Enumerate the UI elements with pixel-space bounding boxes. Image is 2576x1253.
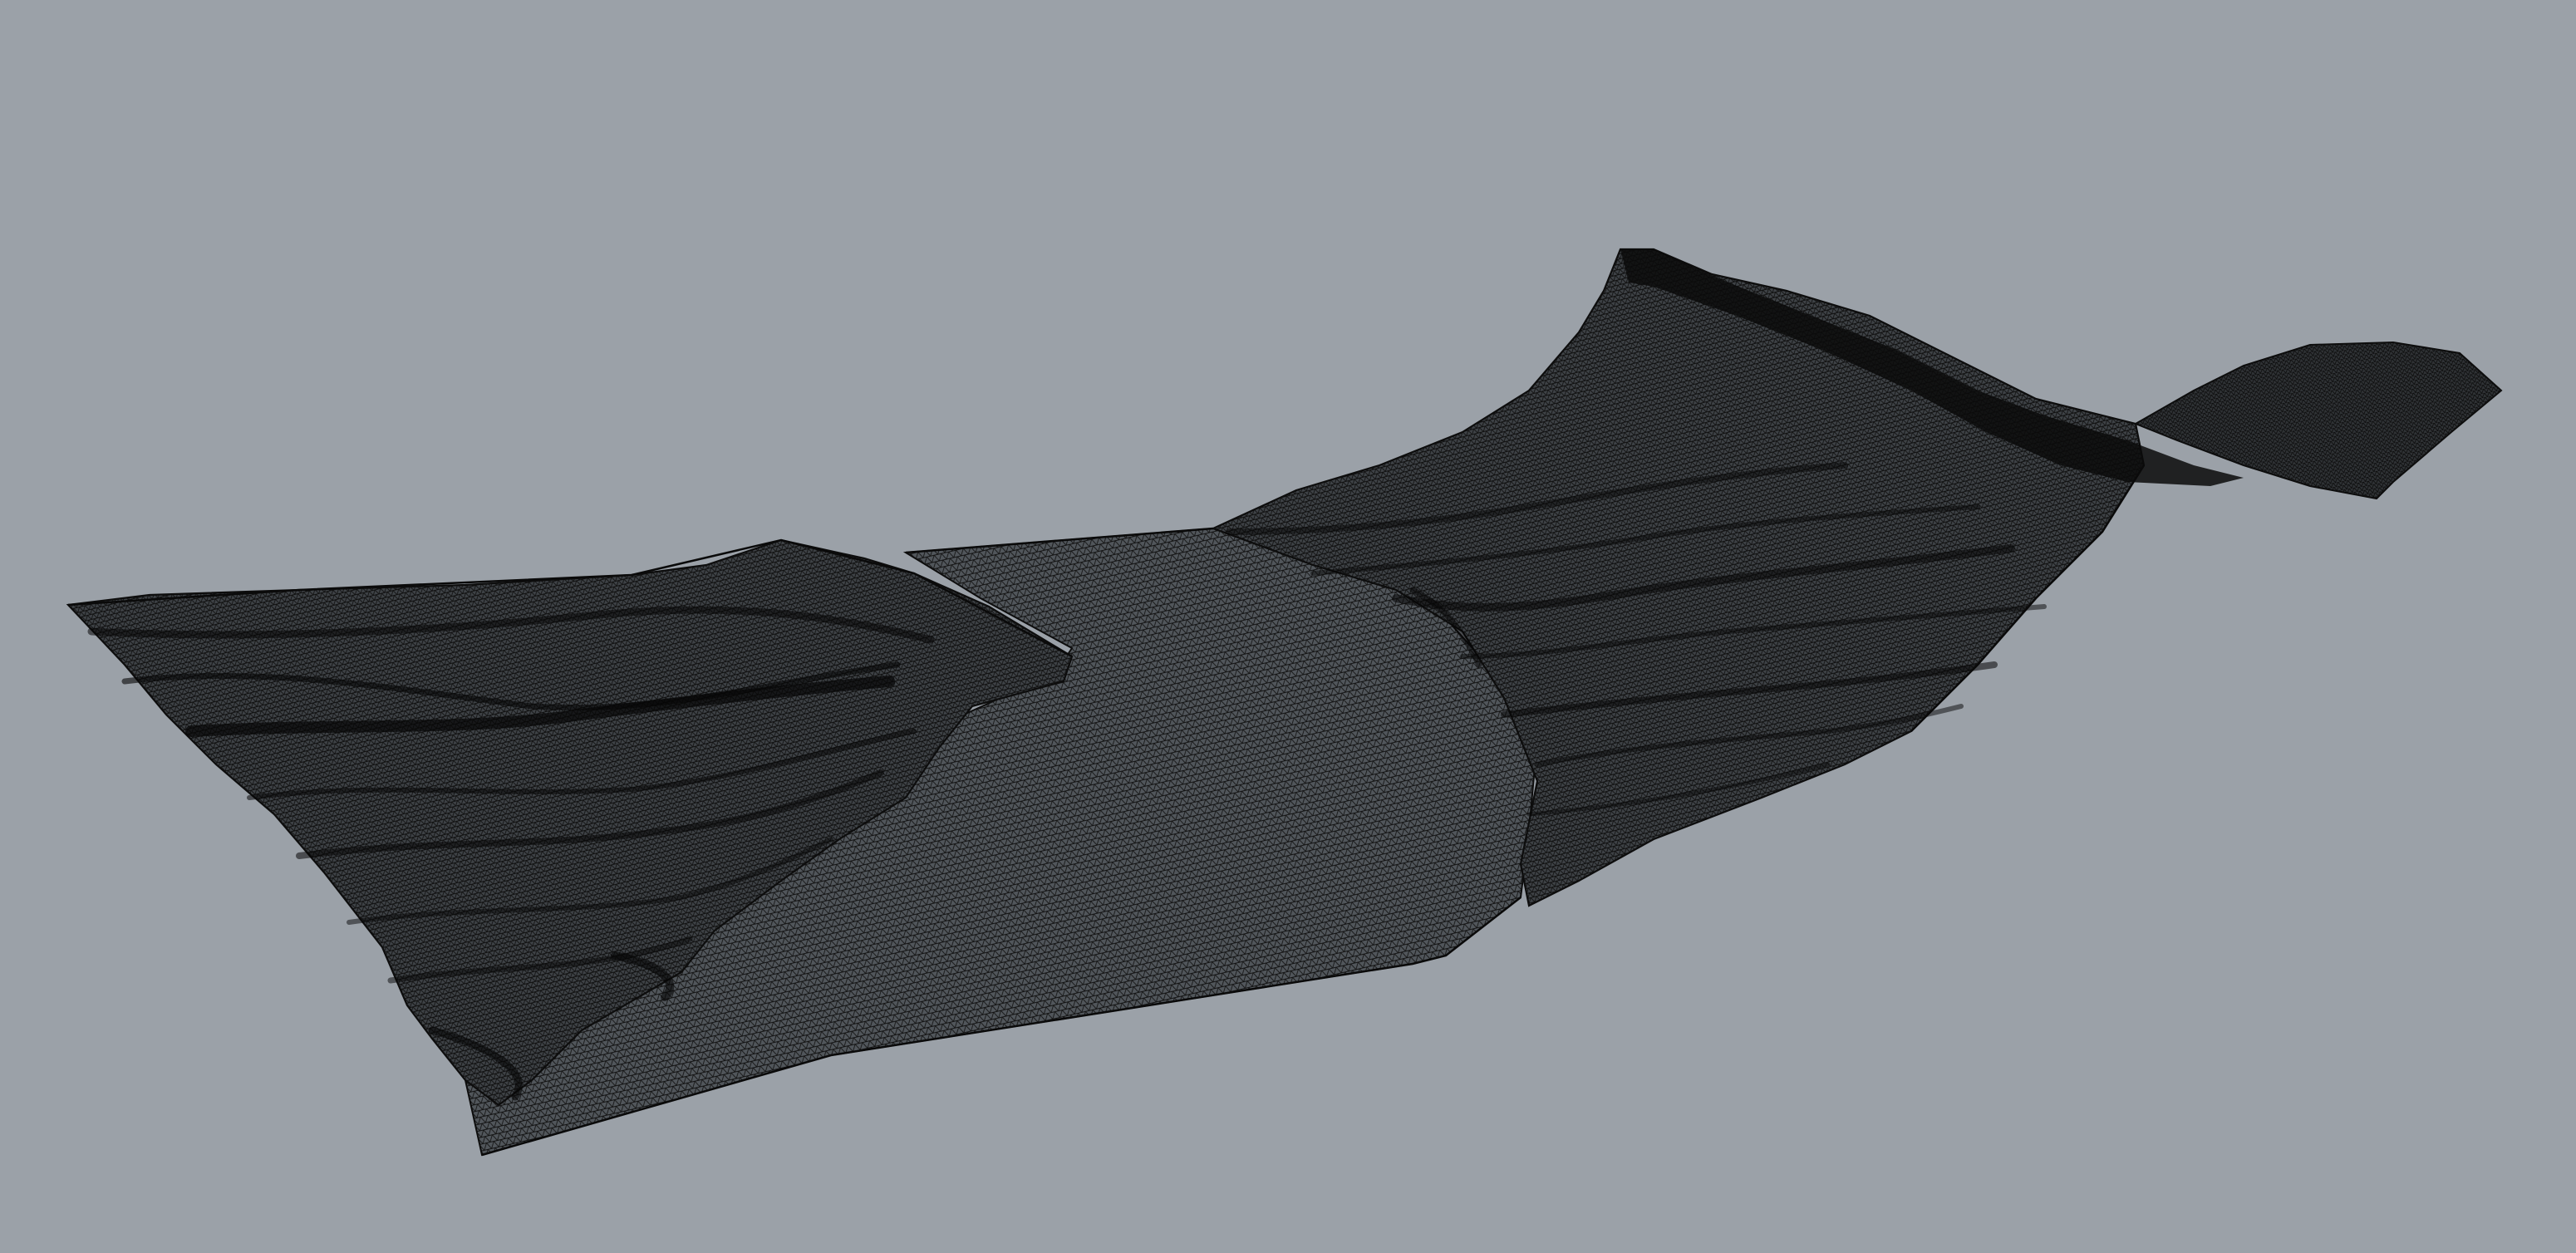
terrain-mesh-wireframe[interactable] — [0, 0, 2576, 1253]
3d-viewport[interactable] — [0, 0, 2576, 1253]
